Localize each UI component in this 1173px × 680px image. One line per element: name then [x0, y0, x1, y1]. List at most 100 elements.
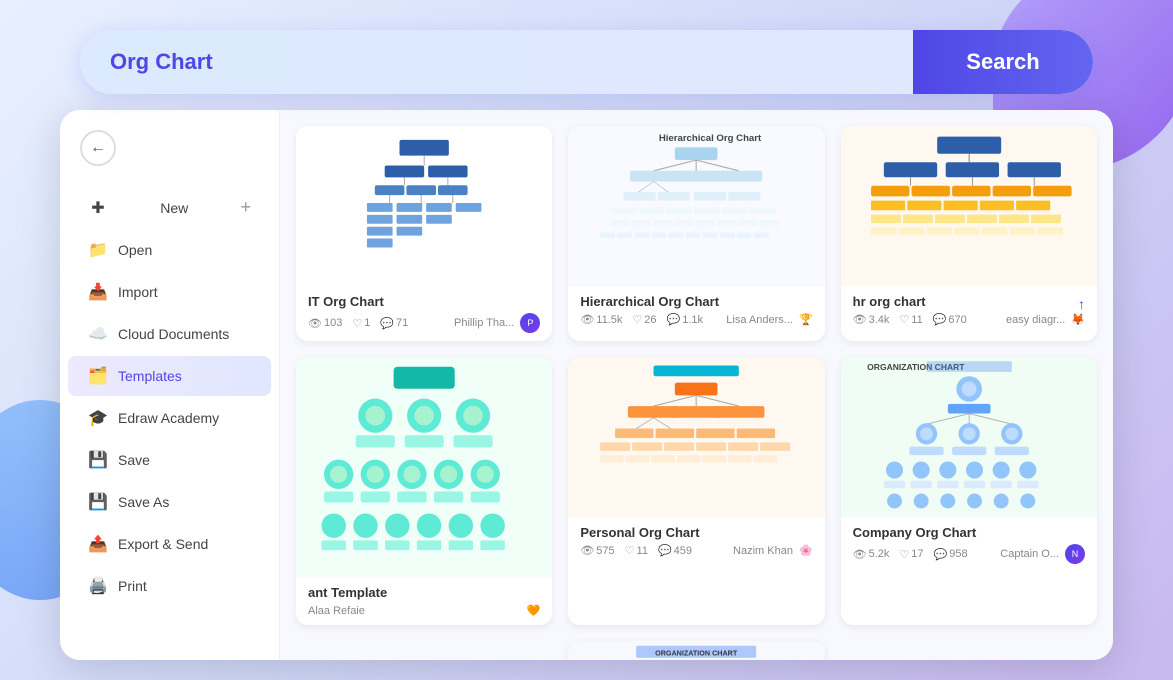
template-title-hr: hr org chart	[853, 294, 926, 309]
template-preview-hierarchical: Hierarchical Org Chart	[568, 126, 824, 286]
author-info-hier: Lisa Anders... 🏆	[726, 313, 812, 326]
hier-org-svg: Hierarchical Org Chart	[568, 126, 824, 286]
print-icon: 🖨️	[88, 576, 108, 596]
template-grid: IT Org Chart 👁 103 ♡ 1 💬 71 Phillip Tha.…	[296, 126, 1097, 660]
likes-company: ♡ 11	[625, 544, 648, 557]
template-info-company: Personal Org Chart 👁 575 ♡ 11 💬 459 Nazi…	[568, 517, 824, 565]
template-card-bottom-org[interactable]: ORGANIZATION CHART	[568, 641, 824, 660]
sidebar-label-import: Import	[118, 284, 158, 300]
author-emoji-photo: 🧡	[527, 604, 541, 617]
author-fox-icon: 🦊	[1071, 313, 1085, 326]
sidebar: ← ✚ New + 📁 Open 📥 Import ☁️ Cloud Docum…	[60, 110, 280, 660]
template-card-company[interactable]: Personal Org Chart 👁 575 ♡ 11 💬 459 Nazi…	[568, 357, 824, 625]
main-card: ← ✚ New + 📁 Open 📥 Import ☁️ Cloud Docum…	[60, 110, 1113, 660]
author-name-personal: Captain O...	[1000, 548, 1059, 560]
likes-personal: ♡ 17	[899, 548, 923, 561]
author-avatar-personal: N	[1065, 544, 1085, 564]
template-meta-photo-org: Alaa Refaie 🧡	[308, 604, 540, 617]
author-avatar-it: P	[520, 313, 540, 333]
template-title-hierarchical: Hierarchical Org Chart	[580, 294, 812, 309]
search-input-area[interactable]: Org Chart	[80, 49, 913, 75]
sidebar-label-new: New	[160, 200, 188, 216]
template-stats-company: 👁 575 ♡ 11 💬 459	[580, 544, 692, 557]
template-preview-company	[568, 357, 824, 517]
sidebar-item-save[interactable]: 💾 Save	[68, 440, 271, 480]
search-bar: Org Chart Search	[80, 30, 1093, 94]
sidebar-item-import[interactable]: 📥 Import	[68, 272, 271, 312]
bottom-org-svg: ORGANIZATION CHART	[568, 641, 824, 660]
views-company: 👁 575	[580, 544, 614, 557]
template-card-hr[interactable]: hr org chart ↑ 👁 3.4k ♡ 11 💬 670 easy di…	[841, 126, 1097, 341]
likes-hier: ♡ 26	[632, 313, 656, 326]
template-title-it-org: IT Org Chart	[308, 294, 540, 309]
photo-org-svg	[296, 357, 552, 577]
sidebar-label-print: Print	[118, 578, 147, 594]
template-info-photo-org: ant Template Alaa Refaie 🧡	[296, 577, 552, 625]
author-name-hier: Lisa Anders...	[726, 314, 793, 326]
svg-text:Hierarchical Org Chart: Hierarchical Org Chart	[659, 133, 762, 144]
template-info-hr: hr org chart ↑ 👁 3.4k ♡ 11 💬 670 easy di…	[841, 286, 1097, 334]
hr-org-svg	[841, 126, 1097, 286]
author-info-personal: Captain O... N	[1000, 544, 1085, 564]
template-meta-personal: 👁 5.2k ♡ 17 💬 958 Captain O... N	[853, 544, 1085, 564]
sidebar-item-academy[interactable]: 🎓 Edraw Academy	[68, 398, 271, 438]
svg-text:ORGANIZATION CHART: ORGANIZATION CHART	[655, 648, 738, 657]
sidebar-item-new[interactable]: ✚ New +	[68, 187, 271, 228]
views-personal: 👁 5.2k	[853, 548, 890, 561]
template-stats-hier: 👁 11.5k ♡ 26 💬 1.1k	[580, 313, 703, 326]
author-name-photo: Alaa Refaie	[308, 605, 365, 617]
template-meta-hr: 👁 3.4k ♡ 11 💬 670 easy diagr... 🦊	[853, 313, 1085, 326]
plus-icon: +	[240, 197, 251, 218]
sidebar-item-print[interactable]: 🖨️ Print	[68, 566, 271, 606]
back-button[interactable]: ←	[80, 130, 116, 166]
sidebar-label-academy: Edraw Academy	[118, 410, 219, 426]
content-area: IT Org Chart 👁 103 ♡ 1 💬 71 Phillip Tha.…	[280, 110, 1113, 660]
upload-icon: ↑	[1078, 296, 1085, 312]
template-info-hierarchical: Hierarchical Org Chart 👁 11.5k ♡ 26 💬 1.…	[568, 286, 824, 334]
template-meta-company: 👁 575 ♡ 11 💬 459 Nazim Khan 🌸	[580, 544, 812, 557]
template-card-it-org[interactable]: IT Org Chart 👁 103 ♡ 1 💬 71 Phillip Tha.…	[296, 126, 552, 341]
new-icon: ✚	[88, 198, 108, 218]
author-name-it: Phillip Tha...	[454, 317, 514, 329]
sidebar-label-templates: Templates	[118, 368, 182, 384]
template-preview-bottom-org: ORGANIZATION CHART	[568, 641, 824, 660]
template-title-company: Personal Org Chart	[580, 525, 812, 540]
template-stats-hr: 👁 3.4k ♡ 11 💬 670	[853, 313, 967, 326]
author-name-company: Nazim Khan	[733, 545, 793, 557]
views-stat: 👁 103	[308, 317, 342, 330]
sidebar-item-saveas[interactable]: 💾 Save As	[68, 482, 271, 522]
cloud-icon: ☁️	[88, 324, 108, 344]
import-icon: 📥	[88, 282, 108, 302]
export-icon: 📤	[88, 534, 108, 554]
sidebar-label-save: Save	[118, 452, 150, 468]
sidebar-label-cloud: Cloud Documents	[118, 326, 229, 342]
template-stats-photo: Alaa Refaie	[308, 605, 365, 617]
template-card-photo-org[interactable]: ant Template Alaa Refaie 🧡	[296, 357, 552, 625]
sidebar-item-templates[interactable]: 🗂️ Templates	[68, 356, 271, 396]
views-hier: 👁 11.5k	[580, 313, 622, 326]
template-preview-personal: ORGANIZATION CHART	[841, 357, 1097, 517]
save-icon: 💾	[88, 450, 108, 470]
template-preview-photo-org	[296, 357, 552, 577]
template-card-personal[interactable]: ORGANIZATION CHART	[841, 357, 1097, 625]
template-title-photo-org: ant Template	[308, 585, 540, 600]
author-info-it: Phillip Tha... P	[454, 313, 540, 333]
template-stats-personal: 👁 5.2k ♡ 17 💬 958	[853, 548, 968, 561]
personal-org-svg: ORGANIZATION CHART	[841, 357, 1097, 517]
template-preview-it-org	[296, 126, 552, 286]
search-button[interactable]: Search	[913, 30, 1093, 94]
template-meta-hierarchical: 👁 11.5k ♡ 26 💬 1.1k Lisa Anders... 🏆	[580, 313, 812, 326]
author-info-hr: easy diagr... 🦊	[1006, 313, 1085, 326]
academy-icon: 🎓	[88, 408, 108, 428]
comments-hr: 💬 670	[933, 313, 967, 326]
template-card-hierarchical[interactable]: Hierarchical Org Chart	[568, 126, 824, 341]
likes-hr: ♡ 11	[899, 313, 922, 326]
comments-personal: 💬 958	[934, 548, 968, 561]
sidebar-item-export[interactable]: 📤 Export & Send	[68, 524, 271, 564]
author-info-company: Nazim Khan 🌸	[733, 544, 813, 557]
sidebar-item-cloud[interactable]: ☁️ Cloud Documents	[68, 314, 271, 354]
sidebar-item-open[interactable]: 📁 Open	[68, 230, 271, 270]
template-title-personal: Company Org Chart	[853, 525, 1085, 540]
it-org-svg	[302, 132, 546, 280]
template-stats-it-org: 👁 103 ♡ 1 💬 71	[308, 317, 408, 330]
